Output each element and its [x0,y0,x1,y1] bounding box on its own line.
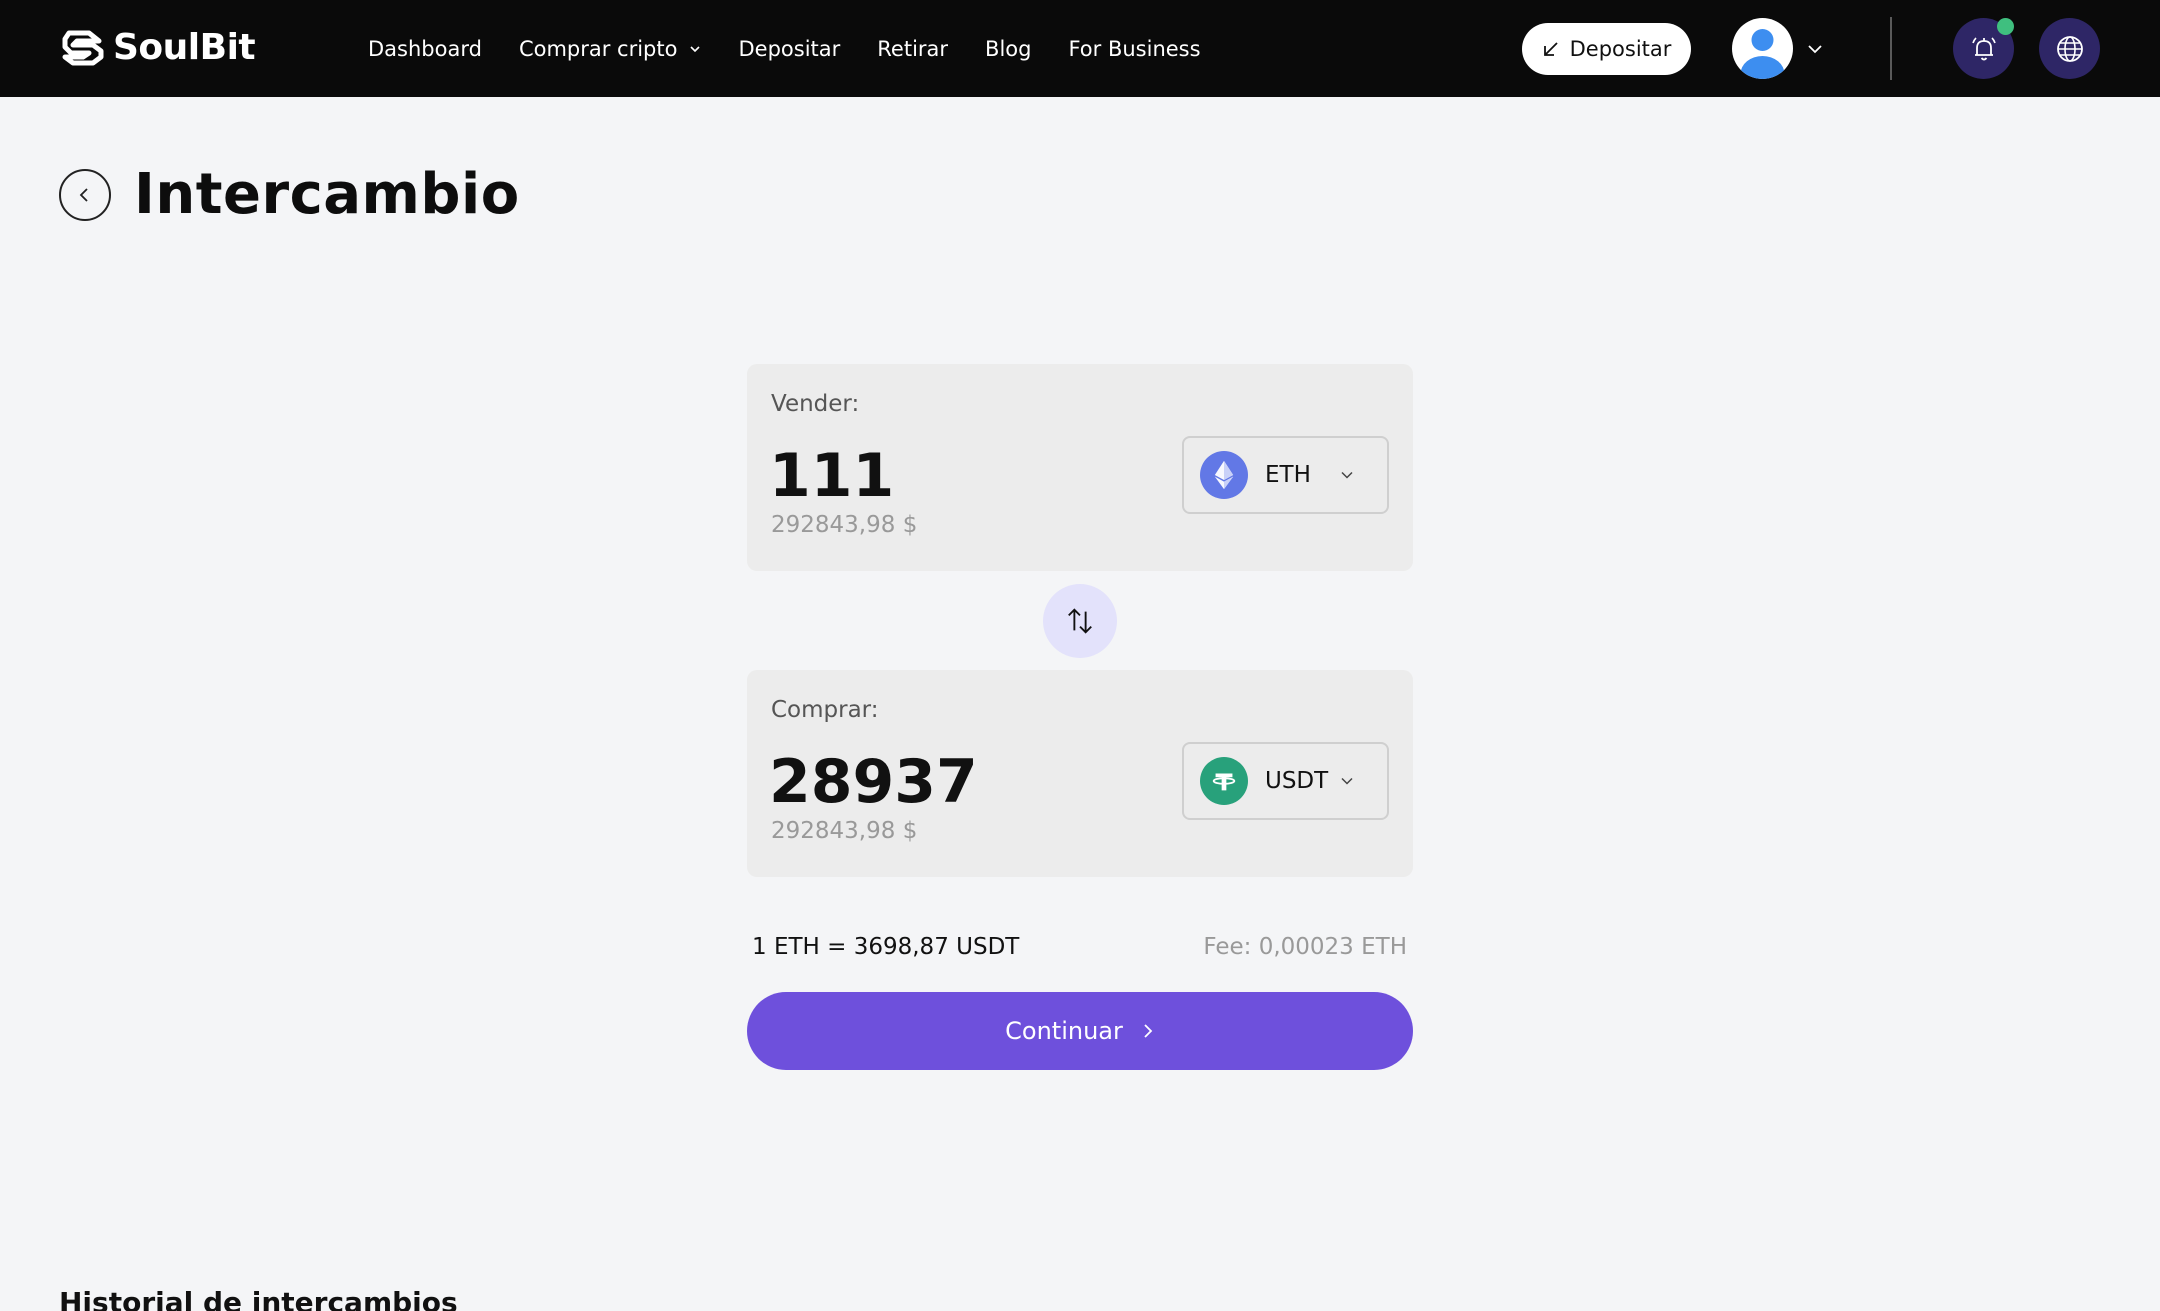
buy-coin-select[interactable]: USDT [1182,742,1389,820]
swap-direction-button[interactable] [1043,584,1117,658]
buy-label: Comprar: [771,697,879,723]
sell-amount-input[interactable]: 111 [769,440,1149,512]
nav-link-blog[interactable]: Blog [985,37,1031,61]
buy-card: Comprar: 28937 292843,98 $ USDT [747,670,1413,877]
main-nav: Dashboard Comprar cripto Depositar Retir… [368,0,1238,97]
nav-link-for-business[interactable]: For Business [1068,37,1200,61]
nav-link-deposit[interactable]: Depositar [738,37,840,61]
chevron-down-icon [1341,471,1353,479]
sell-label: Vender: [771,391,860,417]
chevron-down-icon [690,45,701,52]
avatar[interactable] [1732,18,1793,79]
globe-icon [2056,35,2083,62]
notification-dot [1997,18,2014,35]
deposit-button[interactable]: Depositar [1522,23,1691,75]
profile-chevron-down-icon[interactable] [1806,40,1824,58]
nav-link-buy-crypto[interactable]: Comprar cripto [519,37,702,61]
continue-button[interactable]: Continuar [747,992,1413,1070]
language-button[interactable] [2039,18,2100,79]
history-title: Historial de intercambios [59,1286,458,1311]
nav-link-withdraw[interactable]: Retirar [877,37,948,61]
swap-arrows-icon [1068,608,1092,634]
sell-usd-value: 292843,98 $ [771,512,918,538]
bell-icon [1971,36,1996,60]
brand-name: SoulBit [113,27,256,68]
user-icon [1740,29,1785,79]
nav-link-dashboard[interactable]: Dashboard [368,37,482,61]
chevron-right-icon [1144,1024,1153,1038]
page-title: Intercambio [134,162,520,227]
continue-button-label: Continuar [1005,1017,1123,1045]
exchange-rate: 1 ETH = 3698,87 USDT [752,934,1020,960]
nav-link-buy-crypto-label: Comprar cripto [518,36,678,61]
soulbit-logo-icon [62,30,104,66]
top-navbar: SoulBit Dashboard Comprar cripto Deposit… [0,0,2160,97]
chevron-down-icon [1341,777,1353,785]
buy-usd-value: 292843,98 $ [771,818,918,844]
eth-icon [1200,451,1248,499]
sell-coin-name: ETH [1265,462,1311,488]
back-button[interactable] [59,169,111,221]
arrow-down-left-icon [1543,42,1558,56]
soulbit-logo[interactable]: SoulBit [59,27,256,69]
sell-coin-select[interactable]: ETH [1182,436,1389,514]
buy-amount-input[interactable]: 28937 [769,746,1149,818]
buy-coin-name: USDT [1265,768,1329,794]
usdt-icon [1200,757,1248,805]
nav-divider [1890,17,1892,80]
chevron-left-icon [79,188,88,202]
fee-text: Fee: 0,00023 ETH [1203,934,1407,960]
sell-card: Vender: 111 292843,98 $ ETH [747,364,1413,571]
deposit-button-label: Depositar [1569,37,1672,61]
